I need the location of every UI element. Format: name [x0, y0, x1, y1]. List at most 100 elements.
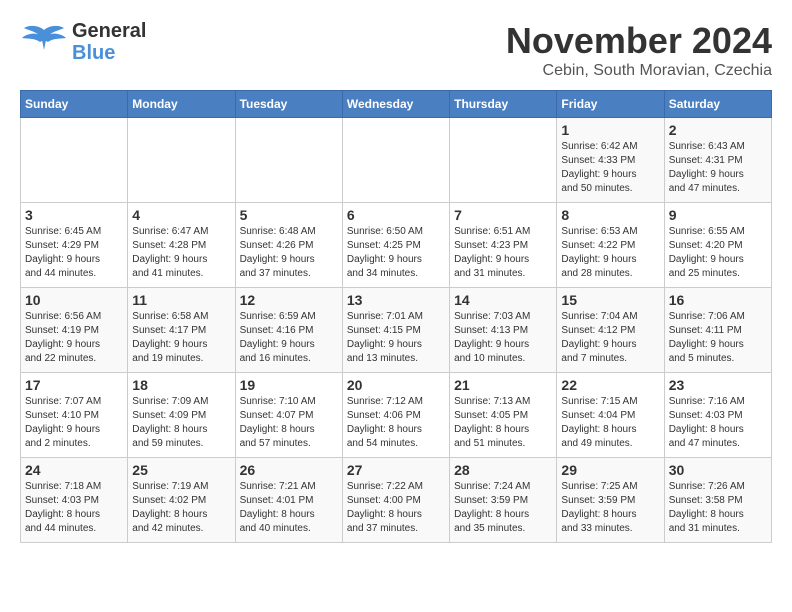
- day-info: Sunrise: 7:12 AM Sunset: 4:06 PM Dayligh…: [347, 395, 445, 451]
- day-info: Sunrise: 7:15 AM Sunset: 4:04 PM Dayligh…: [561, 395, 659, 451]
- calendar-cell: 30 Sunrise: 7:26 AM Sunset: 3:58 PM Dayli…: [664, 458, 771, 543]
- day-number: 16: [669, 292, 767, 308]
- calendar-cell: 20 Sunrise: 7:12 AM Sunset: 4:06 PM Dayli…: [342, 373, 449, 458]
- day-number: 29: [561, 462, 659, 478]
- calendar-cell: 10 Sunrise: 6:56 AM Sunset: 4:19 PM Dayli…: [21, 288, 128, 373]
- calendar-cell: 5 Sunrise: 6:48 AM Sunset: 4:26 PM Daylig…: [235, 203, 342, 288]
- calendar-cell: 2 Sunrise: 6:43 AM Sunset: 4:31 PM Daylig…: [664, 118, 771, 203]
- week-row-1: 1 Sunrise: 6:42 AM Sunset: 4:33 PM Daylig…: [21, 118, 772, 203]
- day-info: Sunrise: 7:13 AM Sunset: 4:05 PM Dayligh…: [454, 395, 552, 451]
- day-number: 22: [561, 377, 659, 393]
- day-info: Sunrise: 7:10 AM Sunset: 4:07 PM Dayligh…: [240, 395, 338, 451]
- calendar-cell: 27Sunrise: 7:22 AM Sunset: 4:00 PM Dayli…: [342, 458, 449, 543]
- day-number: 27: [347, 462, 445, 478]
- calendar-cell: 12Sunrise: 6:59 AM Sunset: 4:16 PM Dayli…: [235, 288, 342, 373]
- day-number: 21: [454, 377, 552, 393]
- day-info: Sunrise: 7:03 AM Sunset: 4:13 PM Dayligh…: [454, 310, 552, 366]
- weekday-header-wednesday: Wednesday: [342, 91, 449, 118]
- day-number: 1: [561, 122, 659, 138]
- logo-text2: Blue: [72, 42, 146, 64]
- day-number: 4: [132, 207, 230, 223]
- week-row-3: 10 Sunrise: 6:56 AM Sunset: 4:19 PM Dayli…: [21, 288, 772, 373]
- calendar-cell: 13 Sunrise: 7:01 AM Sunset: 4:15 PM Dayli…: [342, 288, 449, 373]
- day-info: Sunrise: 6:50 AM Sunset: 4:25 PM Dayligh…: [347, 225, 445, 281]
- day-number: 15: [561, 292, 659, 308]
- logo: General Blue: [20, 20, 146, 64]
- weekday-header-saturday: Saturday: [664, 91, 771, 118]
- day-info: Sunrise: 7:21 AM Sunset: 4:01 PM Dayligh…: [240, 480, 338, 536]
- day-number: 9: [669, 207, 767, 223]
- week-row-5: 24 Sunrise: 7:18 AM Sunset: 4:03 PM Dayli…: [21, 458, 772, 543]
- logo-icon: [20, 22, 68, 62]
- calendar-cell: 21 Sunrise: 7:13 AM Sunset: 4:05 PM Dayli…: [450, 373, 557, 458]
- day-info: Sunrise: 6:48 AM Sunset: 4:26 PM Dayligh…: [240, 225, 338, 281]
- day-info: Sunrise: 7:01 AM Sunset: 4:15 PM Dayligh…: [347, 310, 445, 366]
- day-number: 10: [25, 292, 123, 308]
- calendar-cell: 8 Sunrise: 6:53 AM Sunset: 4:22 PM Daylig…: [557, 203, 664, 288]
- weekday-header-thursday: Thursday: [450, 91, 557, 118]
- calendar-cell: 3 Sunrise: 6:45 AM Sunset: 4:29 PM Daylig…: [21, 203, 128, 288]
- calendar-cell: 7 Sunrise: 6:51 AM Sunset: 4:23 PM Daylig…: [450, 203, 557, 288]
- calendar-cell: 14 Sunrise: 7:03 AM Sunset: 4:13 PM Dayli…: [450, 288, 557, 373]
- calendar-cell: 24 Sunrise: 7:18 AM Sunset: 4:03 PM Dayli…: [21, 458, 128, 543]
- day-info: Sunrise: 6:47 AM Sunset: 4:28 PM Dayligh…: [132, 225, 230, 281]
- calendar-cell: 16Sunrise: 7:06 AM Sunset: 4:11 PM Dayli…: [664, 288, 771, 373]
- day-info: Sunrise: 6:51 AM Sunset: 4:23 PM Dayligh…: [454, 225, 552, 281]
- day-info: Sunrise: 7:07 AM Sunset: 4:10 PM Dayligh…: [25, 395, 123, 451]
- day-number: 14: [454, 292, 552, 308]
- month-title: November 2024: [506, 20, 772, 62]
- day-info: Sunrise: 6:45 AM Sunset: 4:29 PM Dayligh…: [25, 225, 123, 281]
- calendar-cell: 22 Sunrise: 7:15 AM Sunset: 4:04 PM Dayli…: [557, 373, 664, 458]
- day-number: 28: [454, 462, 552, 478]
- calendar-cell: [128, 118, 235, 203]
- day-info: Sunrise: 7:18 AM Sunset: 4:03 PM Dayligh…: [25, 480, 123, 536]
- day-number: 8: [561, 207, 659, 223]
- calendar-cell: 6Sunrise: 6:50 AM Sunset: 4:25 PM Daylig…: [342, 203, 449, 288]
- weekday-header-row: SundayMondayTuesdayWednesdayThursdayFrid…: [21, 91, 772, 118]
- day-info: Sunrise: 6:58 AM Sunset: 4:17 PM Dayligh…: [132, 310, 230, 366]
- day-number: 25: [132, 462, 230, 478]
- weekday-header-monday: Monday: [128, 91, 235, 118]
- day-info: Sunrise: 7:24 AM Sunset: 3:59 PM Dayligh…: [454, 480, 552, 536]
- day-info: Sunrise: 6:59 AM Sunset: 4:16 PM Dayligh…: [240, 310, 338, 366]
- calendar-cell: 9 Sunrise: 6:55 AM Sunset: 4:20 PM Daylig…: [664, 203, 771, 288]
- day-info: Sunrise: 7:26 AM Sunset: 3:58 PM Dayligh…: [669, 480, 767, 536]
- day-info: Sunrise: 7:04 AM Sunset: 4:12 PM Dayligh…: [561, 310, 659, 366]
- day-number: 7: [454, 207, 552, 223]
- day-info: Sunrise: 6:53 AM Sunset: 4:22 PM Dayligh…: [561, 225, 659, 281]
- calendar-cell: 1 Sunrise: 6:42 AM Sunset: 4:33 PM Daylig…: [557, 118, 664, 203]
- calendar-cell: 28 Sunrise: 7:24 AM Sunset: 3:59 PM Dayli…: [450, 458, 557, 543]
- day-info: Sunrise: 6:56 AM Sunset: 4:19 PM Dayligh…: [25, 310, 123, 366]
- day-number: 30: [669, 462, 767, 478]
- day-number: 26: [240, 462, 338, 478]
- calendar-cell: 26 Sunrise: 7:21 AM Sunset: 4:01 PM Dayli…: [235, 458, 342, 543]
- day-number: 5: [240, 207, 338, 223]
- calendar-cell: [21, 118, 128, 203]
- calendar-cell: [235, 118, 342, 203]
- day-info: Sunrise: 7:25 AM Sunset: 3:59 PM Dayligh…: [561, 480, 659, 536]
- day-number: 20: [347, 377, 445, 393]
- day-info: Sunrise: 7:19 AM Sunset: 4:02 PM Dayligh…: [132, 480, 230, 536]
- day-number: 2: [669, 122, 767, 138]
- day-number: 13: [347, 292, 445, 308]
- day-info: Sunrise: 6:42 AM Sunset: 4:33 PM Dayligh…: [561, 140, 659, 196]
- title-section: November 2024 Cebin, South Moravian, Cze…: [506, 20, 772, 80]
- logo-text: General: [72, 20, 146, 42]
- calendar-cell: 18 Sunrise: 7:09 AM Sunset: 4:09 PM Dayli…: [128, 373, 235, 458]
- page-header: General Blue November 2024 Cebin, South …: [20, 20, 772, 80]
- day-info: Sunrise: 7:16 AM Sunset: 4:03 PM Dayligh…: [669, 395, 767, 451]
- calendar-cell: 15 Sunrise: 7:04 AM Sunset: 4:12 PM Dayli…: [557, 288, 664, 373]
- calendar-cell: 25 Sunrise: 7:19 AM Sunset: 4:02 PM Dayli…: [128, 458, 235, 543]
- day-info: Sunrise: 6:55 AM Sunset: 4:20 PM Dayligh…: [669, 225, 767, 281]
- day-info: Sunrise: 6:43 AM Sunset: 4:31 PM Dayligh…: [669, 140, 767, 196]
- day-number: 19: [240, 377, 338, 393]
- day-number: 18: [132, 377, 230, 393]
- day-info: Sunrise: 7:09 AM Sunset: 4:09 PM Dayligh…: [132, 395, 230, 451]
- day-number: 24: [25, 462, 123, 478]
- weekday-header-tuesday: Tuesday: [235, 91, 342, 118]
- day-number: 11: [132, 292, 230, 308]
- calendar-cell: 19 Sunrise: 7:10 AM Sunset: 4:07 PM Dayli…: [235, 373, 342, 458]
- location-subtitle: Cebin, South Moravian, Czechia: [506, 62, 772, 80]
- calendar-cell: 23Sunrise: 7:16 AM Sunset: 4:03 PM Dayli…: [664, 373, 771, 458]
- day-number: 3: [25, 207, 123, 223]
